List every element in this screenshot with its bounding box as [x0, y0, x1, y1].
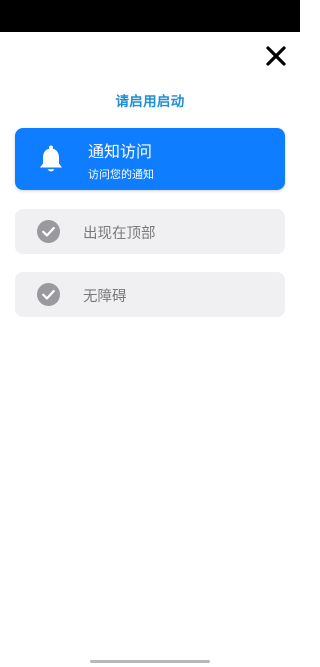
permission-card-notification-access[interactable]: 通知访问 访问您的通知 [15, 128, 285, 190]
check-circle-icon [37, 220, 60, 243]
page-title: 请启用启动 [115, 94, 185, 110]
close-icon [266, 46, 286, 66]
permission-card-appear-on-top[interactable]: 出现在顶部 [15, 209, 285, 254]
check-circle-icon [37, 283, 60, 306]
permission-title: 出现在顶部 [83, 226, 156, 242]
home-indicator [90, 660, 210, 663]
status-bar [0, 0, 300, 32]
bell-icon [35, 143, 67, 175]
permission-card-accessibility[interactable]: 无障碍 [15, 272, 285, 317]
permission-title: 无障碍 [83, 289, 127, 305]
close-button[interactable] [262, 42, 290, 70]
permission-title: 通知访问 [88, 142, 153, 161]
permission-subtitle: 访问您的通知 [88, 168, 154, 181]
